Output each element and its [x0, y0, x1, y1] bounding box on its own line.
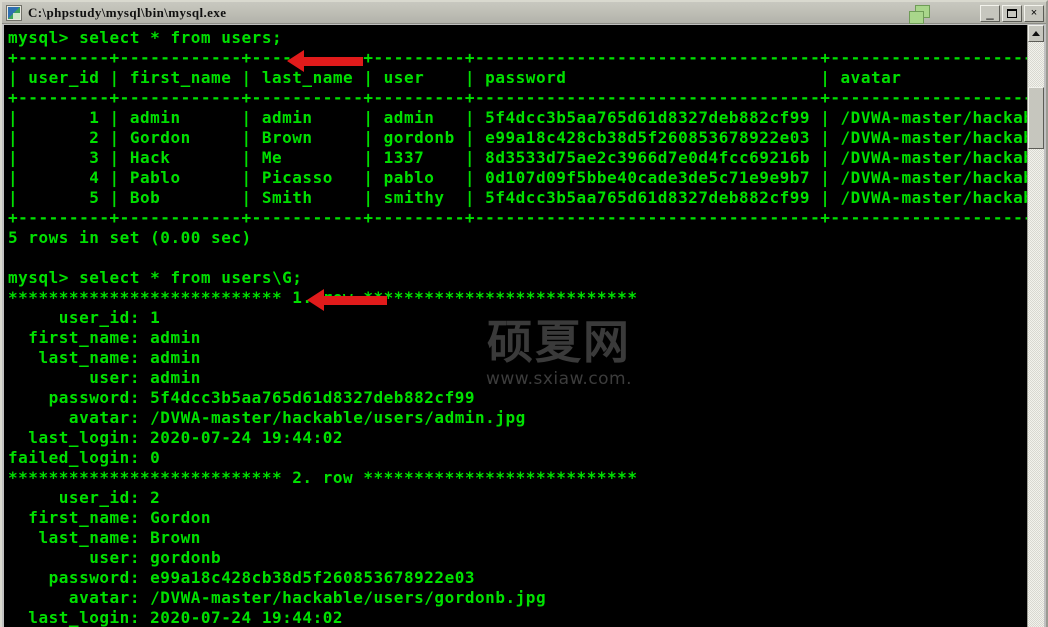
terminal-line: | 2 | Gordon | Brown | gordonb | e99a18c… — [8, 128, 1031, 147]
terminal-line: first_name: Gordon — [8, 508, 212, 527]
terminal-line: last_name: admin — [8, 348, 201, 367]
terminal-line: | user_id | first_name | last_name | use… — [8, 68, 1031, 87]
terminal-line: avatar: /DVWA-master/hackable/users/admi… — [8, 408, 526, 427]
terminal-line: | 4 | Pablo | Picasso | pablo | 0d107d09… — [8, 168, 1031, 187]
terminal-line: mysql> select * from users\G; — [8, 268, 303, 287]
terminal-line: first_name: admin — [8, 328, 201, 347]
terminal-line: | 1 | admin | admin | admin | 5f4dcc3b5a… — [8, 108, 1031, 127]
terminal-output-area[interactable]: 硕夏网 www.sxiaw.com. mysql> select * from … — [4, 25, 1031, 627]
terminal-line: +---------+------------+-----------+----… — [8, 48, 1031, 67]
terminal-line: | 3 | Hack | Me | 1337 | 8d3533d75ae2c39… — [8, 148, 1031, 167]
terminal-line: last_login: 2020-07-24 19:44:02 — [8, 428, 344, 447]
terminal-line: password: 5f4dcc3b5aa765d61d8327deb882cf… — [8, 388, 476, 407]
terminal-line: +---------+------------+-----------+----… — [8, 208, 1031, 227]
terminal-line: last_name: Brown — [8, 528, 201, 547]
maximize-button[interactable] — [1002, 5, 1022, 22]
close-button[interactable]: × — [1024, 5, 1044, 22]
close-icon: × — [1030, 7, 1038, 19]
vertical-scrollbar[interactable] — [1027, 25, 1044, 627]
terminal-line: user: gordonb — [8, 548, 222, 567]
terminal-line: failed_login: 0 — [8, 448, 161, 467]
maximize-icon — [1003, 6, 1021, 21]
terminal-line: +---------+------------+-----------+----… — [8, 88, 1031, 107]
terminal-line: mysql> select * from users; — [8, 28, 283, 47]
terminal-line: password: e99a18c428cb38d5f260853678922e… — [8, 568, 476, 587]
cascade-icon-front-square — [909, 11, 924, 24]
terminal-line: *************************** 1. row *****… — [8, 288, 638, 307]
minimize-icon: _ — [986, 5, 994, 20]
terminal-line: | 5 | Bob | Smith | smithy | 5f4dcc3b5aa… — [8, 188, 1031, 207]
terminal-line: avatar: /DVWA-master/hackable/users/gord… — [8, 588, 547, 607]
window-controls: _ × — [980, 5, 1044, 22]
terminal-line: last_login: 2020-07-24 19:44:02 — [8, 608, 344, 627]
console-window-icon — [6, 4, 22, 21]
terminal-line: user: admin — [8, 368, 201, 387]
scroll-up-arrow-icon[interactable] — [1028, 25, 1044, 42]
minimize-button[interactable]: _ — [980, 5, 1000, 22]
scrollbar-thumb[interactable] — [1028, 87, 1044, 149]
terminal-line: 5 rows in set (0.00 sec) — [8, 228, 252, 247]
terminal-text: mysql> select * from users; +---------+--… — [8, 28, 1031, 627]
console-window: C:\phpstudy\mysql\bin\mysql.exe _ × 硕夏网 … — [0, 0, 1048, 627]
window-title: C:\phpstudy\mysql\bin\mysql.exe — [28, 4, 227, 20]
cascade-windows-icon — [907, 4, 939, 26]
terminal-line: user_id: 1 — [8, 308, 161, 327]
terminal-line: user_id: 2 — [8, 488, 161, 507]
terminal-line: *************************** 2. row *****… — [8, 468, 638, 487]
window-title-bar[interactable]: C:\phpstudy\mysql\bin\mysql.exe _ × — [2, 2, 1046, 26]
